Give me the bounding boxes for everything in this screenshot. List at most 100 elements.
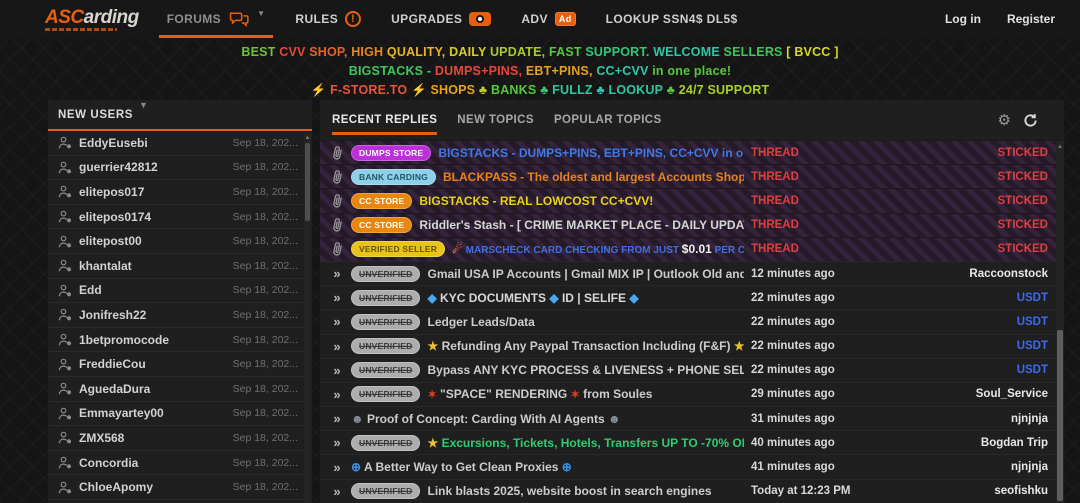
- thread-row[interactable]: » UNVERIFIED ✶ "SPACE" RENDERING ✶ from So…: [320, 381, 1064, 406]
- nav-item-adv[interactable]: ADV Ad: [521, 0, 576, 38]
- refresh-icon[interactable]: [1023, 113, 1038, 128]
- new-users-header[interactable]: NEW USERS ▼: [48, 100, 312, 131]
- thread-author[interactable]: Raccoonstock: [926, 268, 1048, 280]
- tab-recent-replies[interactable]: RECENT REPLIES: [332, 100, 438, 140]
- tab-new-topics[interactable]: NEW TOPICS: [457, 100, 534, 140]
- main-scrollbar[interactable]: ▲: [1056, 142, 1064, 503]
- chevron-down-icon[interactable]: ▼: [257, 9, 265, 18]
- thread-title[interactable]: BLACKPASS - The oldest and largest Accou…: [443, 170, 744, 184]
- thread-prefix-badge[interactable]: VERIFIED SELLER: [351, 241, 446, 258]
- user-name[interactable]: EddyEusebi: [79, 136, 226, 150]
- thread-prefix-badge[interactable]: CC STORE: [351, 192, 413, 209]
- user-row[interactable]: elitepos0174 Sep 18, 202...: [48, 205, 312, 230]
- user-row[interactable]: Edd Sep 18, 202...: [48, 279, 312, 304]
- site-logo[interactable]: ASCarding: [45, 8, 139, 31]
- gear-icon[interactable]: ⚙: [998, 111, 1011, 129]
- user-row[interactable]: AguedaDura Sep 18, 202...: [48, 377, 312, 402]
- thread-prefix-badge[interactable]: UNVERIFIED: [351, 313, 421, 330]
- thread-author[interactable]: seofishku: [926, 485, 1048, 497]
- thread-author[interactable]: Soul_Service: [926, 388, 1048, 400]
- thread-row[interactable]: » UNVERIFIED ★ Refunding Any Paypal Transa…: [320, 333, 1064, 358]
- user-row[interactable]: ChloeApomy Sep 18, 202...: [48, 475, 312, 500]
- user-name[interactable]: Jonifresh22: [79, 308, 226, 322]
- thread-prefix-badge[interactable]: UNVERIFIED: [351, 434, 421, 451]
- thread-title[interactable]: BIGSTACKS - DUMPS+PINS, EBT+PINS, CC+CVV…: [438, 146, 744, 160]
- thread-row[interactable]: » UNVERIFIED Bypass ANY KYC PROCESS & LIVE…: [320, 357, 1064, 382]
- thread-title[interactable]: Bypass ANY KYC PROCESS & LIVENESS + PHON…: [427, 363, 744, 377]
- thread-title[interactable]: Ledger Leads/Data: [427, 315, 744, 329]
- thread-prefix-badge[interactable]: BANK CARDING: [351, 168, 436, 185]
- banner-line-1[interactable]: BEST CVV SHOP, HIGH QUALITY, DAILY UPDAT…: [0, 43, 1080, 62]
- thread-prefix-badge[interactable]: UNVERIFIED: [351, 338, 421, 355]
- thread-author[interactable]: USDT: [926, 292, 1048, 304]
- user-row[interactable]: elitepos017 Sep 18, 202...: [48, 180, 312, 205]
- sidebar-scrollbar-thumb[interactable]: [305, 143, 310, 221]
- thread-author[interactable]: njnjnja: [926, 461, 1048, 473]
- thread-prefix-badge[interactable]: UNVERIFIED: [351, 483, 421, 500]
- thread-title[interactable]: ★ Excursions, Tickets, Hotels, Transfers…: [427, 436, 744, 450]
- thread-row[interactable]: » UNVERIFIED ◆ KYC DOCUMENTS ◆ ID | SELIFE…: [320, 285, 1064, 309]
- thread-title[interactable]: ☄ MARSCHECK CARD CHECKING FROM JUST $0.0…: [452, 242, 744, 256]
- thread-title[interactable]: ★ Refunding Any Paypal Transaction Inclu…: [427, 339, 744, 353]
- user-name[interactable]: elitepos017: [79, 185, 226, 199]
- thread-row[interactable]: » UNVERIFIED Link blasts 2025, website boo…: [320, 478, 1064, 503]
- user-row[interactable]: FreddieCou Sep 18, 202...: [48, 352, 312, 377]
- thread-row[interactable]: » ☻ Proof of Concept: Carding With AI Age…: [320, 406, 1064, 430]
- user-row[interactable]: 1betpromocode Sep 18, 202...: [48, 328, 312, 353]
- user-name[interactable]: Concordia: [79, 456, 226, 470]
- main-scrollbar-thumb[interactable]: [1057, 329, 1063, 501]
- user-row[interactable]: ZMX568 Sep 18, 202...: [48, 426, 312, 451]
- sidebar-scrollbar[interactable]: ▲: [304, 133, 311, 503]
- thread-title[interactable]: ✶ "SPACE" RENDERING ✶ from Soules: [427, 387, 744, 401]
- user-row[interactable]: elitepost00 Sep 18, 202...: [48, 229, 312, 254]
- tab-popular-topics[interactable]: POPULAR TOPICS: [554, 100, 662, 140]
- user-name[interactable]: Emmayartey00: [79, 406, 226, 420]
- thread-prefix-badge[interactable]: CC STORE: [351, 217, 413, 234]
- scroll-up-icon[interactable]: ▲: [304, 134, 311, 142]
- user-row[interactable]: Jonifresh22 Sep 18, 202...: [48, 303, 312, 328]
- thread-title[interactable]: BIGSTACKS - REAL LOWCOST CC+CVV!: [419, 194, 744, 208]
- thread-row[interactable]: » UNVERIFIED Gmail USA IP Accounts | Gmail…: [320, 260, 1064, 285]
- user-name[interactable]: khantalat: [79, 259, 226, 273]
- thread-title[interactable]: ☻ Proof of Concept: Carding With AI Agen…: [351, 412, 744, 426]
- nav-item-forums[interactable]: FORUMS ▼: [158, 0, 274, 38]
- log-in-link[interactable]: Log in: [945, 12, 981, 26]
- user-name[interactable]: guerrier42812: [79, 160, 226, 174]
- thread-row[interactable]: » UNVERIFIED ★ Excursions, Tickets, Hotels…: [320, 430, 1064, 454]
- nav-item-lookup-ssn4-dl5-[interactable]: LOOKUP SSN4$ DL5$: [606, 0, 738, 38]
- thread-author[interactable]: USDT: [926, 316, 1048, 328]
- thread-author[interactable]: Bogdan Trip: [926, 437, 1048, 449]
- thread-prefix-badge[interactable]: UNVERIFIED: [351, 265, 421, 282]
- user-row[interactable]: guerrier42812 Sep 18, 202...: [48, 156, 312, 181]
- thread-row[interactable]: CC STORE Riddler's Stash - [ CRIME MARKET…: [320, 212, 1064, 237]
- scroll-up-icon[interactable]: ▲: [1056, 143, 1064, 151]
- thread-title[interactable]: ◆ KYC DOCUMENTS ◆ ID | SELIFE ◆: [427, 291, 744, 305]
- thread-title[interactable]: Riddler's Stash - [ CRIME MARKET PLACE -…: [419, 218, 744, 232]
- user-name[interactable]: elitepost00: [79, 234, 226, 248]
- user-row[interactable]: EddyEusebi Sep 18, 202...: [48, 131, 312, 156]
- thread-row[interactable]: BANK CARDING BLACKPASS - The oldest and l…: [320, 164, 1064, 189]
- thread-author[interactable]: USDT: [926, 340, 1048, 352]
- banner-line-2[interactable]: BIGSTACKS - DUMPS+PINS, EBT+PINS, CC+CVV…: [0, 62, 1080, 81]
- thread-row[interactable]: » ⊕ A Better Way to Get Clean Proxies ⊕ 41…: [320, 454, 1064, 478]
- thread-row[interactable]: VERIFIED SELLER ☄ MARSCHECK CARD CHECKING…: [320, 236, 1064, 261]
- banner-line-3[interactable]: ⚡ F-STORE.TO ⚡ SHOPS ♣ BANKS ♣ FULLZ ♣ L…: [0, 81, 1080, 100]
- thread-title[interactable]: Link blasts 2025, website boost in searc…: [427, 484, 744, 498]
- user-name[interactable]: ChloeApomy: [79, 480, 226, 494]
- user-name[interactable]: elitepos0174: [79, 210, 226, 224]
- thread-row[interactable]: » UNVERIFIED Ledger Leads/Data 22 minutes a…: [320, 309, 1064, 333]
- thread-prefix-badge[interactable]: DUMPS STORE: [351, 144, 432, 161]
- thread-author[interactable]: njnjnja: [926, 413, 1048, 425]
- user-name[interactable]: Edd: [79, 283, 226, 297]
- thread-prefix-badge[interactable]: UNVERIFIED: [351, 386, 421, 403]
- user-name[interactable]: AguedaDura: [79, 382, 226, 396]
- thread-prefix-badge[interactable]: UNVERIFIED: [351, 362, 421, 379]
- thread-author[interactable]: USDT: [926, 364, 1048, 376]
- register-link[interactable]: Register: [1007, 12, 1055, 26]
- user-name[interactable]: ZMX568: [79, 431, 226, 445]
- user-name[interactable]: 1betpromocode: [79, 333, 226, 347]
- user-row[interactable]: khantalat Sep 18, 202...: [48, 254, 312, 279]
- user-name[interactable]: FreddieCou: [79, 357, 226, 371]
- nav-item-upgrades[interactable]: UPGRADES: [391, 0, 492, 38]
- nav-item-rules[interactable]: RULES!: [295, 0, 362, 38]
